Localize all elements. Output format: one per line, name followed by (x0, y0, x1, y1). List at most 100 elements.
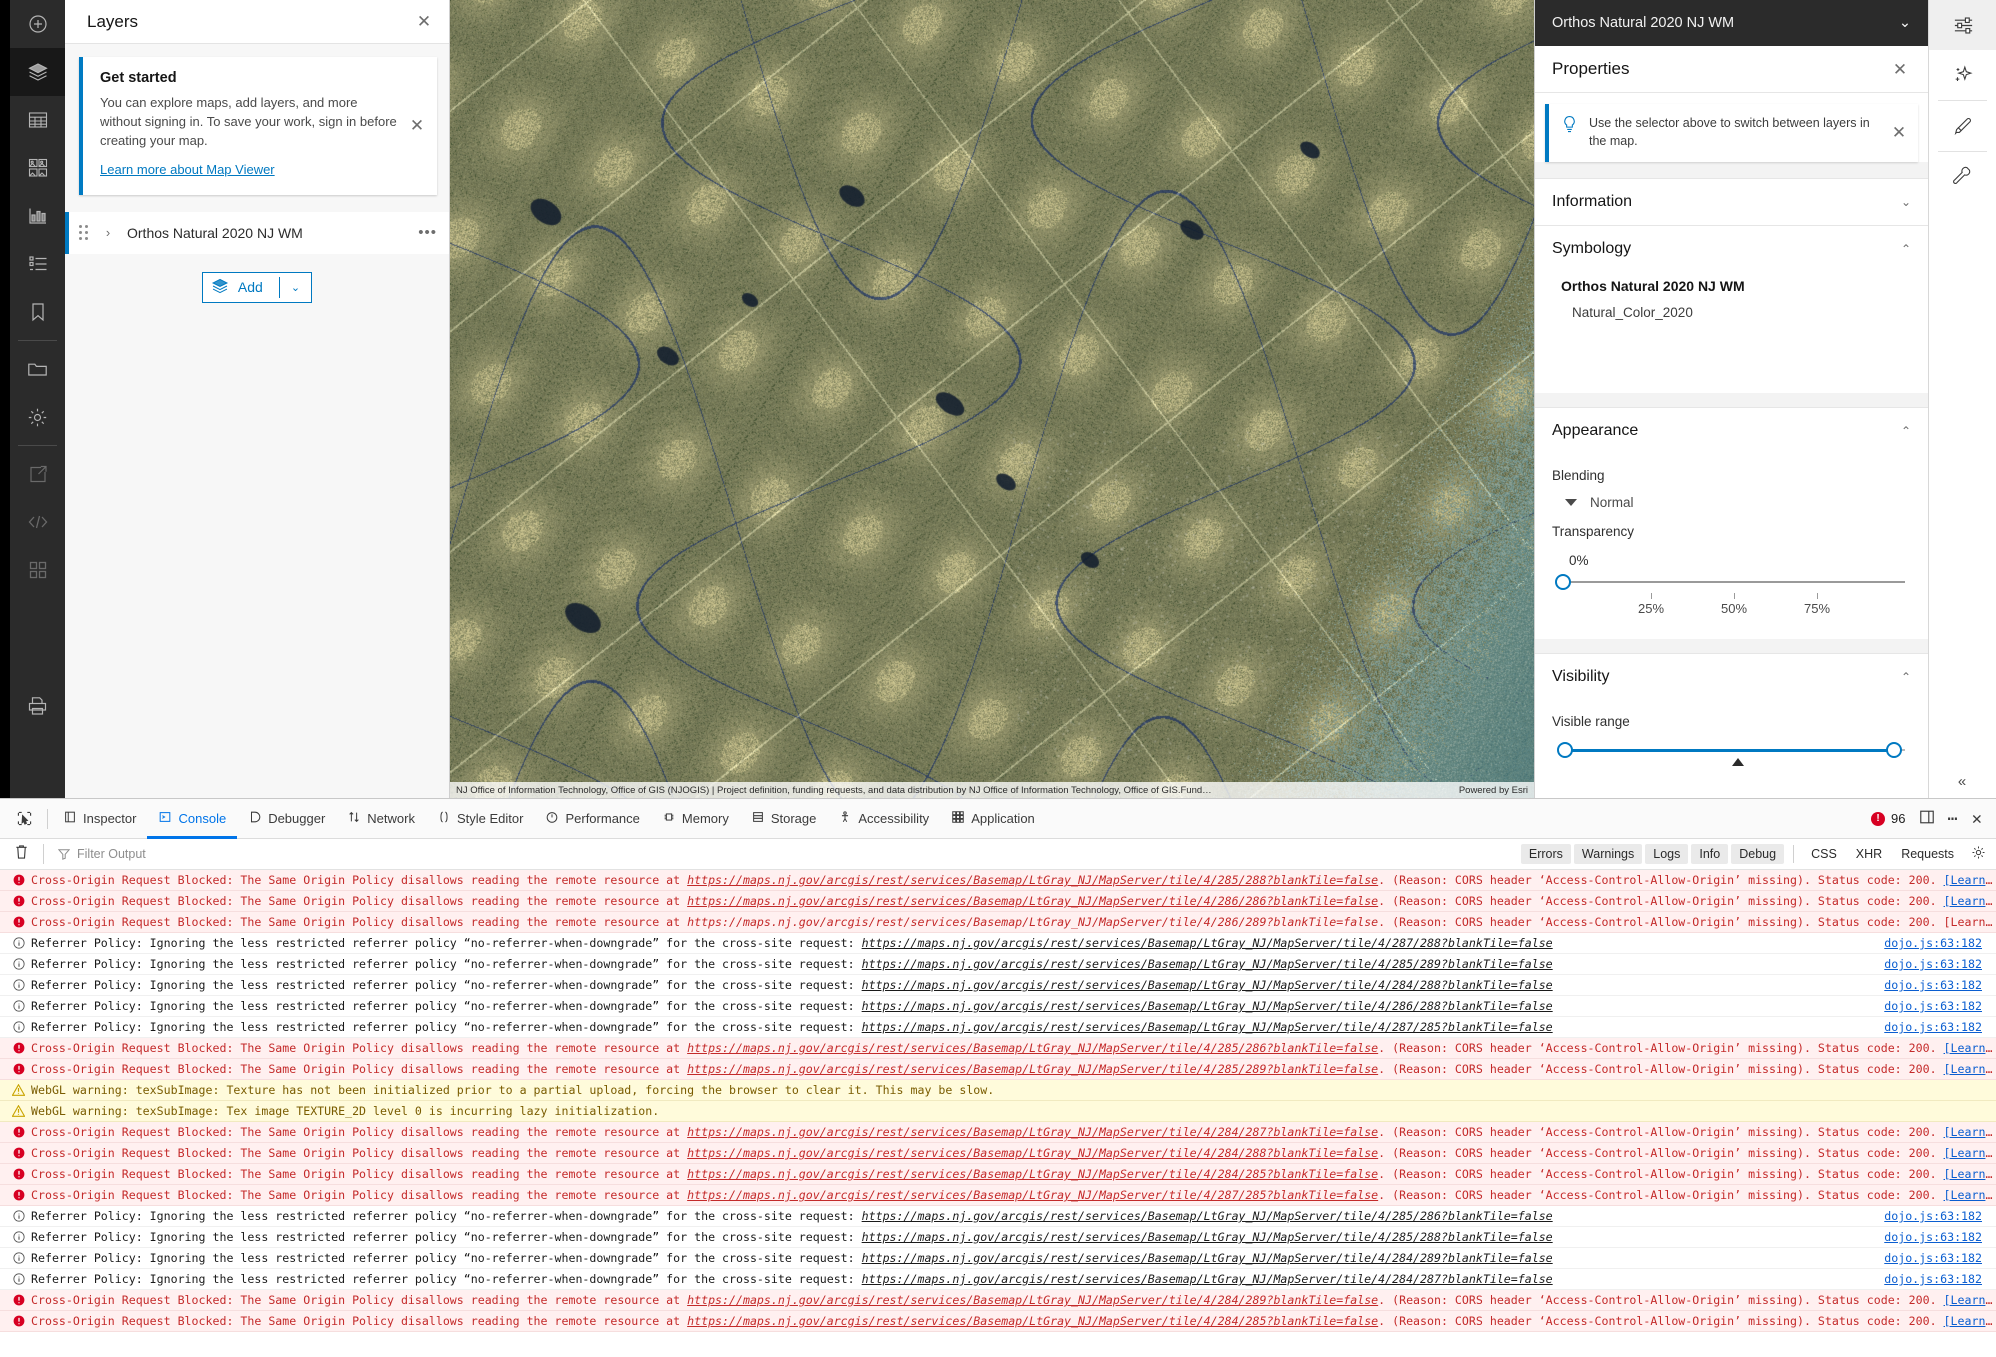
log-source-link[interactable]: dojo.js:63:182 (1884, 1251, 1996, 1265)
filter-chip-errors[interactable]: Errors (1521, 844, 1571, 864)
console-log-row[interactable]: Cross-Origin Request Blocked: The Same O… (0, 912, 1996, 933)
information-section-header[interactable]: Information ⌄ (1535, 179, 1928, 225)
error-count-badge[interactable]: ! 96 (1871, 811, 1905, 826)
console-settings-gear-icon[interactable] (1971, 845, 1986, 864)
layer-selector-dropdown[interactable]: Orthos Natural 2020 NJ WM ⌄ (1535, 0, 1928, 46)
console-log-row[interactable]: Cross-Origin Request Blocked: The Same O… (0, 1038, 1996, 1059)
log-url[interactable]: https://maps.nj.gov/arcgis/rest/services… (862, 1230, 1553, 1244)
print-icon[interactable] (10, 682, 65, 730)
log-url[interactable]: https://maps.nj.gov/arcgis/rest/services… (687, 1146, 1378, 1160)
code-icon[interactable] (10, 498, 65, 546)
console-log-row[interactable]: Referrer Policy: Ignoring the less restr… (0, 1227, 1996, 1248)
filter-output-input[interactable]: Filter Output (58, 847, 146, 861)
log-url[interactable]: https://maps.nj.gov/arcgis/rest/services… (687, 1314, 1378, 1328)
log-url[interactable]: https://maps.nj.gov/arcgis/rest/services… (862, 1020, 1553, 1034)
console-log-row[interactable]: Referrer Policy: Ignoring the less restr… (0, 954, 1996, 975)
chevron-down-icon[interactable]: ⌄ (1899, 15, 1911, 31)
learn-more-link[interactable]: [Learn More] (1944, 1167, 1996, 1181)
chevron-up-icon[interactable]: ⌃ (1901, 424, 1911, 438)
chevron-down-icon[interactable]: ⌄ (1901, 195, 1911, 209)
log-source-link[interactable]: dojo.js:63:182 (1884, 1230, 1996, 1244)
log-source-link[interactable]: dojo.js:63:182 (1884, 1209, 1996, 1223)
learn-more-link[interactable]: [Learn More] (1944, 1146, 1996, 1160)
log-url[interactable]: https://maps.nj.gov/arcgis/rest/services… (687, 1041, 1378, 1055)
log-url[interactable]: https://maps.nj.gov/arcgis/rest/services… (862, 978, 1553, 992)
layer-options-icon[interactable]: ••• (418, 224, 437, 241)
share-icon[interactable] (10, 450, 65, 498)
chevron-down-icon[interactable]: ⌄ (280, 281, 311, 294)
tab-style-editor[interactable]: Style Editor (426, 799, 534, 839)
tab-inspector[interactable]: Inspector (52, 799, 147, 839)
console-log-row[interactable]: Cross-Origin Request Blocked: The Same O… (0, 870, 1996, 891)
tab-accessibility[interactable]: Accessibility (827, 799, 940, 839)
tables-icon[interactable] (10, 96, 65, 144)
filter-chip-xhr[interactable]: XHR (1848, 844, 1890, 864)
console-log-row[interactable]: WebGL warning: texSubImage: Texture has … (0, 1080, 1996, 1101)
tab-application[interactable]: Application (940, 799, 1046, 839)
close-devtools-icon[interactable]: ✕ (1972, 809, 1982, 829)
log-source-link[interactable]: dojo.js:63:182 (1884, 957, 1996, 971)
tab-debugger[interactable]: Debugger (237, 799, 336, 839)
tab-memory[interactable]: Memory (651, 799, 740, 839)
log-url[interactable]: https://maps.nj.gov/arcgis/rest/services… (687, 1293, 1378, 1307)
configure-wrench-icon[interactable] (1929, 152, 1996, 202)
legend-icon[interactable] (10, 240, 65, 288)
learn-more-link[interactable]: [Learn More] (1944, 1188, 1996, 1202)
learn-more-link[interactable]: [Learn More] (1944, 1041, 1996, 1055)
gear-icon[interactable] (10, 393, 65, 441)
log-url[interactable]: https://maps.nj.gov/arcgis/rest/services… (687, 1062, 1378, 1076)
log-source-link[interactable]: dojo.js:63:182 (1884, 936, 1996, 950)
log-url[interactable]: https://maps.nj.gov/arcgis/rest/services… (862, 1209, 1553, 1223)
learn-more-link[interactable]: Learn more about Map Viewer (100, 162, 275, 177)
log-url[interactable]: https://maps.nj.gov/arcgis/rest/services… (687, 915, 1378, 929)
console-output[interactable]: Cross-Origin Request Blocked: The Same O… (0, 870, 1996, 1357)
learn-more-link[interactable]: [Learn More] (1944, 1293, 1996, 1307)
tab-performance[interactable]: Performance (534, 799, 650, 839)
aerial-imagery[interactable] (450, 0, 1534, 798)
filter-chip-warnings[interactable]: Warnings (1574, 844, 1642, 864)
learn-more-link[interactable]: [Learn More] (1944, 1314, 1996, 1328)
console-log-row[interactable]: Referrer Policy: Ignoring the less restr… (0, 1269, 1996, 1290)
log-url[interactable]: https://maps.nj.gov/arcgis/rest/services… (687, 873, 1378, 887)
transparency-slider[interactable] (1552, 571, 1911, 593)
learn-more-link[interactable]: [Learn More] (1944, 873, 1996, 887)
log-url[interactable]: https://maps.nj.gov/arcgis/rest/services… (862, 1251, 1553, 1265)
tab-network[interactable]: Network (336, 799, 426, 839)
blending-dropdown[interactable]: Normal (1565, 495, 1911, 510)
console-log-row[interactable]: Referrer Policy: Ignoring the less restr… (0, 1206, 1996, 1227)
appearance-section-header[interactable]: Appearance ⌃ (1535, 408, 1928, 454)
console-log-row[interactable]: WebGL warning: texSubImage: Tex image TE… (0, 1101, 1996, 1122)
dock-layout-icon[interactable] (1919, 809, 1935, 829)
layers-icon[interactable] (10, 48, 65, 96)
log-source-link[interactable]: dojo.js:63:182 (1884, 1272, 1996, 1286)
apps-icon[interactable] (10, 546, 65, 594)
range-max-thumb[interactable] (1886, 742, 1902, 758)
folder-icon[interactable] (10, 345, 65, 393)
filter-chip-debug[interactable]: Debug (1731, 844, 1784, 864)
chevron-up-icon[interactable]: ⌃ (1901, 242, 1911, 256)
slider-thumb[interactable] (1555, 574, 1571, 590)
log-url[interactable]: https://maps.nj.gov/arcgis/rest/services… (862, 957, 1553, 971)
visible-range-slider[interactable] (1552, 738, 1911, 764)
chevron-up-icon[interactable]: ⌃ (1901, 670, 1911, 684)
log-url[interactable]: https://maps.nj.gov/arcgis/rest/services… (862, 1272, 1553, 1286)
filter-chip-requests[interactable]: Requests (1893, 844, 1962, 864)
log-source-link[interactable]: dojo.js:63:182 (1884, 978, 1996, 992)
console-log-row[interactable]: Referrer Policy: Ignoring the less restr… (0, 1017, 1996, 1038)
effects-pen-icon[interactable] (1929, 101, 1996, 151)
visibility-section-header[interactable]: Visibility ⌃ (1535, 654, 1928, 700)
log-url[interactable]: https://maps.nj.gov/arcgis/rest/services… (862, 999, 1553, 1013)
map-canvas[interactable] (450, 0, 1534, 798)
console-log-row[interactable]: Cross-Origin Request Blocked: The Same O… (0, 1143, 1996, 1164)
bookmarks-icon[interactable] (10, 288, 65, 336)
close-get-started-icon[interactable]: ✕ (406, 115, 428, 137)
console-log-row[interactable]: Referrer Policy: Ignoring the less restr… (0, 1248, 1996, 1269)
log-url[interactable]: https://maps.nj.gov/arcgis/rest/services… (687, 1188, 1378, 1202)
layer-list-item[interactable]: › Orthos Natural 2020 NJ WM ••• (65, 212, 449, 254)
tab-console[interactable]: Console (147, 799, 237, 839)
clear-console-icon[interactable] (14, 844, 29, 864)
console-log-row[interactable]: Cross-Origin Request Blocked: The Same O… (0, 1185, 1996, 1206)
console-log-row[interactable]: Referrer Policy: Ignoring the less restr… (0, 933, 1996, 954)
chevron-right-icon[interactable]: › (97, 225, 119, 240)
learn-more-link[interactable]: [Learn More] (1944, 1125, 1996, 1139)
